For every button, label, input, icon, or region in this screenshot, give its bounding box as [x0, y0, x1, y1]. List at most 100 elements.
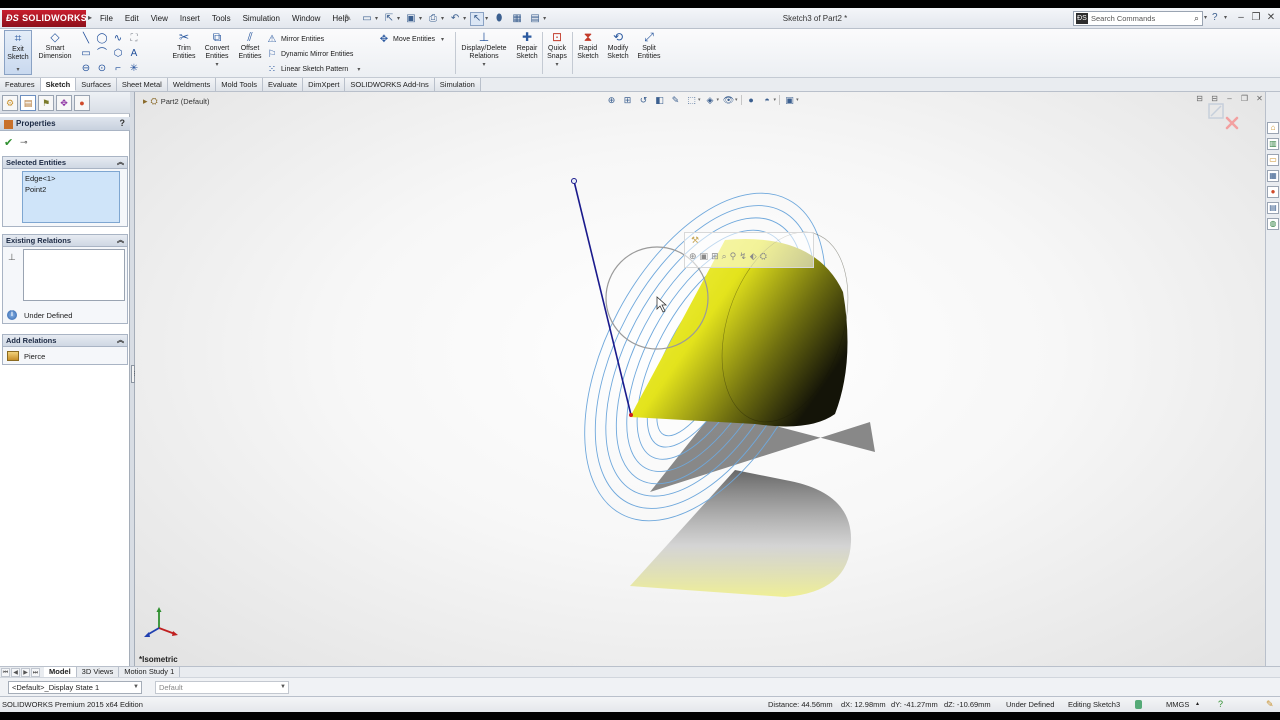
- tab-solidworks-add-ins[interactable]: SOLIDWORKS Add-Ins: [345, 78, 435, 91]
- rectangle-icon[interactable]: ▭: [78, 46, 94, 61]
- surface-spline-icon[interactable]: ⛶: [126, 31, 142, 46]
- tab-3d-views[interactable]: 3D Views: [77, 667, 120, 677]
- plane-icon[interactable]: ✳: [126, 61, 142, 76]
- context-smart-relations-icon[interactable]: ⚒: [691, 235, 699, 246]
- first-tab-icon[interactable]: ⏮: [1, 667, 10, 677]
- prev-tab-icon[interactable]: ◀: [11, 667, 20, 677]
- exit-sketch-button[interactable]: ⌗ Exit Sketch ▾: [4, 30, 32, 75]
- display-state-select[interactable]: <Default>_Display State 1 ▼: [8, 681, 142, 694]
- select-dropdown-icon[interactable]: ▾: [485, 15, 488, 22]
- existing-relations-header[interactable]: Existing Relations ︽: [2, 234, 128, 247]
- context-show-icon[interactable]: ↯: [739, 251, 747, 262]
- tab-model[interactable]: Model: [44, 667, 77, 677]
- context-edit-icon[interactable]: ⬖: [750, 251, 757, 262]
- repair-sketch-button[interactable]: ✚ Repair Sketch: [512, 31, 542, 61]
- last-tab-icon[interactable]: ⏭: [31, 667, 40, 677]
- select-arrow-icon[interactable]: ↖: [470, 11, 485, 26]
- search-icon[interactable]: ⌕: [1194, 13, 1199, 24]
- new-dropdown-icon[interactable]: ▾: [375, 15, 378, 22]
- collapse-icon[interactable]: ︽: [117, 157, 124, 168]
- smart-dimension-button[interactable]: ◇ Smart Dimension: [35, 31, 75, 61]
- properties-help-icon[interactable]: ?: [120, 118, 126, 128]
- ok-checkmark-icon[interactable]: ✔: [4, 136, 13, 149]
- menu-simulation[interactable]: Simulation: [237, 14, 286, 23]
- minimize-icon[interactable]: –: [1234, 11, 1248, 25]
- text-icon[interactable]: A: [126, 46, 142, 61]
- options-dropdown-icon[interactable]: ▾: [543, 15, 546, 22]
- selected-entities-list[interactable]: Edge<1> Point2: [22, 171, 120, 223]
- quick-tips-icon[interactable]: ?: [1218, 697, 1223, 712]
- tab-weldments[interactable]: Weldments: [167, 78, 217, 91]
- solidworks-logo[interactable]: ƉS SOLIDWORKS: [2, 10, 87, 27]
- context-view-icon[interactable]: ⊕: [689, 251, 697, 262]
- convert-entities-button[interactable]: ⧉ Convert Entities ▾: [200, 31, 234, 69]
- fillet-icon[interactable]: ⌐: [110, 61, 126, 76]
- line-icon[interactable]: ╲: [78, 31, 94, 46]
- tab-sketch[interactable]: Sketch: [40, 78, 77, 91]
- help-dropdown-icon[interactable]: ▾: [1224, 14, 1227, 21]
- context-fit-icon[interactable]: ⊞: [711, 251, 719, 262]
- pierce-relation-button[interactable]: Pierce: [24, 352, 45, 361]
- quick-snaps-button[interactable]: ⊡ Quick Snaps ▾: [544, 31, 570, 69]
- configuration-manager-tab-icon[interactable]: ⚑: [38, 94, 54, 111]
- mirror-entities-button[interactable]: ⚠ Mirror Entities: [266, 32, 360, 46]
- file-properties-icon[interactable]: ▦: [510, 12, 524, 26]
- collapse-icon[interactable]: ︽: [117, 235, 124, 246]
- tab-sheet-metal[interactable]: Sheet Metal: [116, 78, 168, 91]
- search-dropdown-icon[interactable]: ▾: [1204, 14, 1207, 21]
- tab-mold-tools[interactable]: Mold Tools: [216, 78, 263, 91]
- undo-dropdown-icon[interactable]: ▾: [463, 15, 466, 22]
- units-dropdown-icon[interactable]: ▴: [1196, 697, 1199, 712]
- menu-pin-icon[interactable]: ✎: [344, 13, 352, 24]
- list-item[interactable]: Point2: [25, 184, 117, 195]
- appearances-icon[interactable]: ●: [1267, 186, 1279, 198]
- help-icon[interactable]: ?: [1212, 12, 1218, 23]
- design-library-icon[interactable]: ▥: [1267, 138, 1279, 150]
- logo-chevron-icon[interactable]: ▸: [88, 13, 92, 22]
- open-document-icon[interactable]: ⇱: [382, 12, 396, 26]
- search-input[interactable]: [1091, 14, 1187, 23]
- next-tab-icon[interactable]: ▶: [21, 667, 30, 677]
- polygon-icon[interactable]: ⬡: [110, 46, 126, 61]
- pierce-relation-icon[interactable]: [7, 351, 19, 361]
- resources-icon[interactable]: ⌂: [1267, 122, 1279, 134]
- modify-sketch-button[interactable]: ⟲ Modify Sketch: [604, 31, 632, 61]
- spline-icon[interactable]: ∿: [110, 31, 126, 46]
- list-item[interactable]: Edge<1>: [25, 173, 117, 184]
- slot-icon[interactable]: ⊖: [78, 61, 94, 76]
- menu-file[interactable]: File: [94, 14, 119, 23]
- trim-entities-button[interactable]: ✂ Trim Entities: [170, 31, 198, 61]
- display-delete-relations-button[interactable]: ⊥ Display/Delete Relations ▾: [458, 31, 510, 69]
- circle-icon[interactable]: ◯: [94, 31, 110, 46]
- menu-window[interactable]: Window: [286, 14, 326, 23]
- exit-sketch-dropdown-icon[interactable]: ▾: [5, 66, 31, 74]
- graphics-area[interactable]: ▸ ⛭ Part2 (Default) ⊕ ⊞ ↺ ◧ ✎ ⬚ ▾ ◈ ▾ 👁 ▾ ●…: [135, 92, 1265, 666]
- tab-evaluate[interactable]: Evaluate: [262, 78, 304, 91]
- save-icon[interactable]: ▣: [404, 12, 418, 26]
- open-dropdown-icon[interactable]: ▾: [397, 15, 400, 22]
- dynamic-mirror-button[interactable]: ⚐ Dynamic Mirror Entities: [266, 47, 360, 61]
- add-relations-header[interactable]: Add Relations ︽: [2, 334, 128, 347]
- context-zoom-icon[interactable]: ▣: [700, 251, 709, 262]
- tab-motion-study[interactable]: Motion Study 1: [119, 667, 181, 677]
- arc-icon[interactable]: ⌒: [94, 46, 110, 61]
- convert-dropdown-icon[interactable]: ▾: [200, 61, 234, 69]
- rebuild-status-icon[interactable]: [1135, 700, 1142, 709]
- tab-surfaces[interactable]: Surfaces: [76, 78, 117, 91]
- relations-dropdown-icon[interactable]: ▾: [458, 61, 510, 69]
- close-icon[interactable]: ✕: [1264, 11, 1278, 25]
- context-zoom-selection-icon[interactable]: ⌕: [722, 251, 727, 262]
- menu-edit[interactable]: Edit: [119, 14, 145, 23]
- feature-manager-tab-icon[interactable]: ⚙: [2, 94, 18, 111]
- rapid-sketch-button[interactable]: ⧗ Rapid Sketch: [574, 31, 602, 61]
- split-entities-button[interactable]: ⤢ Split Entities: [634, 31, 664, 61]
- print-icon[interactable]: ⎙: [426, 12, 440, 26]
- tab-simulation[interactable]: Simulation: [434, 78, 481, 91]
- move-dropdown-icon[interactable]: ▾: [441, 36, 444, 43]
- linear-pattern-button[interactable]: ⁙ Linear Sketch Pattern ▾: [266, 62, 361, 76]
- configuration-select[interactable]: Default ▼: [155, 681, 289, 694]
- quick-snaps-dropdown-icon[interactable]: ▾: [544, 61, 570, 69]
- tab-dimxpert[interactable]: DimXpert: [303, 78, 346, 91]
- print-dropdown-icon[interactable]: ▾: [441, 15, 444, 22]
- selected-entities-header[interactable]: Selected Entities ︽: [2, 156, 128, 169]
